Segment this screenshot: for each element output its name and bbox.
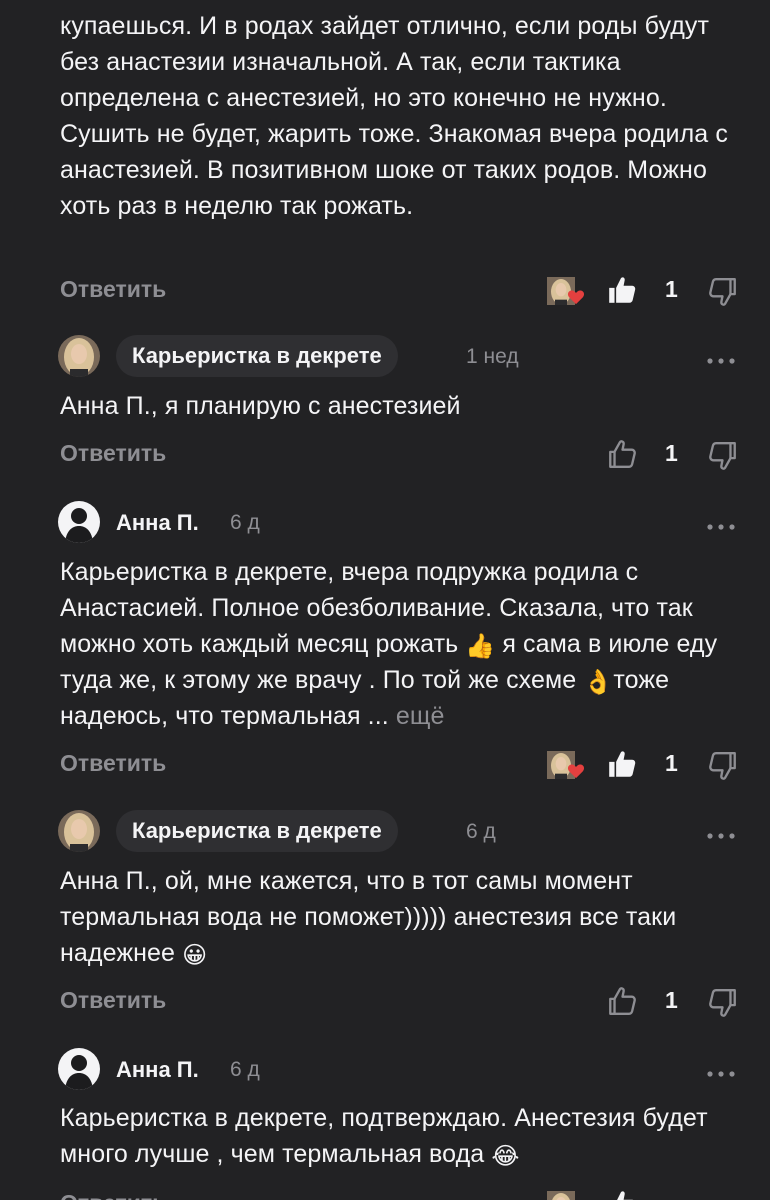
reply-button[interactable]: Ответить	[60, 1190, 166, 1200]
comment-actions: Ответить 1	[0, 983, 770, 1023]
grinning-emoji: 😀	[182, 942, 208, 969]
author-name[interactable]: Карьеристка в декрете	[116, 335, 398, 377]
ok-hand-emoji: 👌	[583, 669, 614, 696]
thumb-down-icon[interactable]	[707, 987, 739, 1019]
author-heart-reaction-icon	[547, 275, 589, 309]
author-name[interactable]: Карьеристка в декрете	[116, 810, 398, 852]
comment-time: 6 д	[230, 511, 260, 534]
like-count: 1	[665, 750, 678, 776]
comment-text: Карьеристка в декрете, подтверждаю. Анес…	[60, 1104, 708, 1170]
comment-time: 6 д	[466, 820, 496, 843]
author-name[interactable]: Анна П.	[116, 510, 199, 536]
avatar[interactable]	[58, 501, 100, 543]
reply-button[interactable]: Ответить	[60, 440, 166, 467]
author-name[interactable]: Анна П.	[116, 1057, 199, 1083]
reply-button[interactable]: Ответить	[60, 276, 166, 303]
thumb-up-icon[interactable]	[606, 985, 638, 1017]
comment-text: Анна П., я планирую с анестезией	[60, 392, 461, 420]
comment-text: Карьеристка в декрете, вчера подружка ро…	[60, 558, 718, 730]
comment-actions: Ответить 1	[0, 746, 770, 786]
comment-text: Анна П., ой, мне кажется, что в тот самы…	[60, 867, 677, 969]
comment-time: 1 нед	[466, 345, 519, 368]
thumb-up-icon[interactable]	[606, 274, 638, 306]
reply-button[interactable]: Ответить	[60, 987, 166, 1014]
comment-actions: Ответить 1	[0, 272, 770, 312]
author-heart-reaction-icon	[547, 749, 589, 783]
avatar[interactable]	[58, 335, 100, 377]
comment-text: купаешься. И в родах зайдет отлично, есл…	[60, 12, 728, 220]
thumb-down-icon[interactable]	[707, 440, 739, 472]
thumb-up-icon[interactable]	[606, 748, 638, 780]
avatar[interactable]	[58, 810, 100, 852]
thumb-up-icon[interactable]	[606, 1188, 638, 1200]
comment-header: Анна П. 6 д	[0, 500, 770, 550]
avatar[interactable]	[58, 1048, 100, 1090]
comment-header: Карьеристка в декрете 1 нед	[0, 334, 770, 384]
comment-actions: Ответить	[0, 1186, 770, 1200]
comment-actions: Ответить 1	[0, 436, 770, 476]
like-count: 1	[665, 440, 678, 466]
laughing-emoji: 😂	[491, 1143, 520, 1170]
comment-header: Анна П. 6 д	[0, 1047, 770, 1097]
read-more-link[interactable]: ещё	[396, 702, 445, 730]
more-dots-icon[interactable]	[706, 1065, 736, 1077]
comment-header: Карьеристка в декрете 6 д	[0, 809, 770, 859]
thumb-down-icon[interactable]	[707, 750, 739, 782]
like-count: 1	[665, 276, 678, 302]
comment-time: 6 д	[230, 1058, 260, 1081]
more-dots-icon[interactable]	[706, 518, 736, 530]
more-dots-icon[interactable]	[706, 352, 736, 364]
thumb-up-icon[interactable]	[606, 438, 638, 470]
author-heart-reaction-icon	[547, 1189, 589, 1200]
thumb-down-icon[interactable]	[707, 276, 739, 308]
thumbs-up-emoji: 👍	[465, 633, 496, 660]
more-dots-icon[interactable]	[706, 827, 736, 839]
reply-button[interactable]: Ответить	[60, 750, 166, 777]
like-count: 1	[665, 987, 678, 1013]
